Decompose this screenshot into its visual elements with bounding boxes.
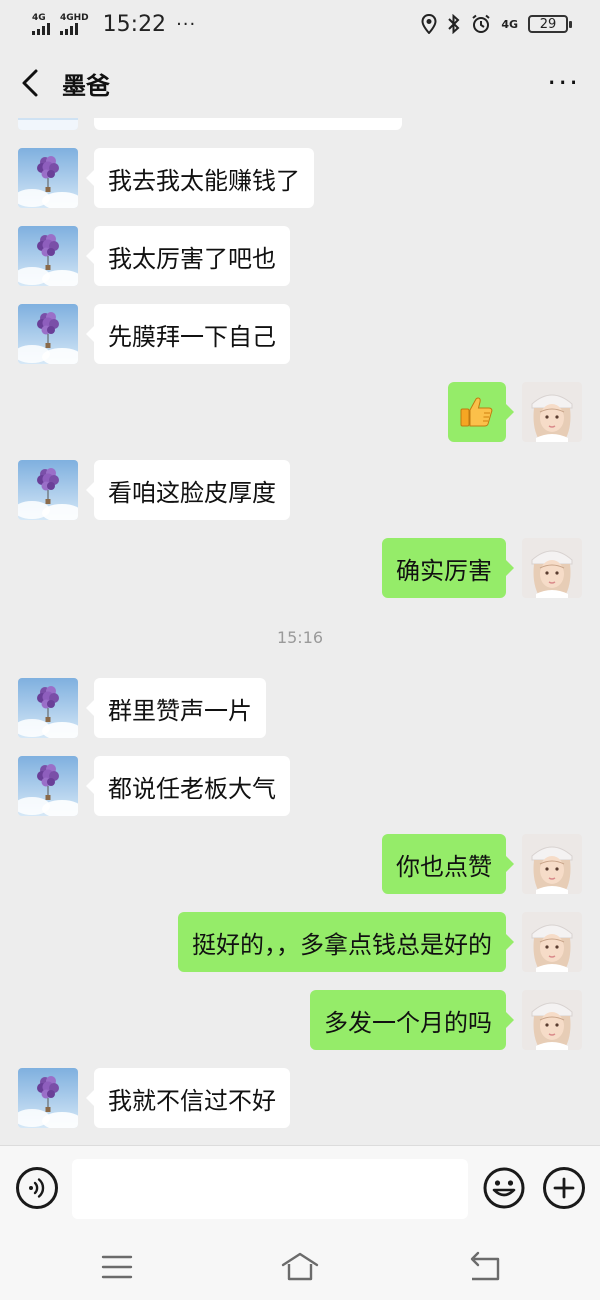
girl-avatar[interactable] bbox=[522, 912, 582, 972]
chat-title: 墨爸 bbox=[62, 71, 110, 100]
home-icon bbox=[281, 1252, 319, 1281]
signal-strength-icon-2: 4GHD bbox=[60, 13, 89, 35]
girl-avatar[interactable] bbox=[522, 538, 582, 598]
plus-icon bbox=[553, 1177, 575, 1199]
message-input[interactable] bbox=[72, 1159, 468, 1219]
message-bubble-partial bbox=[94, 118, 402, 130]
message-row bbox=[0, 382, 600, 442]
message-row: 我太厉害了吧也 bbox=[0, 226, 600, 286]
message-bubble[interactable]: 我就不信过不好 bbox=[86, 1068, 290, 1128]
back-arrow-icon[interactable] bbox=[20, 63, 50, 103]
location-icon bbox=[421, 14, 437, 34]
girl-avatar[interactable] bbox=[522, 990, 582, 1050]
bluetooth-icon bbox=[448, 14, 460, 34]
message-row: 确实厉害 bbox=[0, 538, 600, 598]
message-bubble[interactable]: 我太厉害了吧也 bbox=[86, 226, 290, 286]
message-bubble[interactable]: 我去我太能赚钱了 bbox=[86, 148, 314, 208]
message-row: 看咱这脸皮厚度 bbox=[0, 460, 600, 520]
balloon-avatar-partial bbox=[18, 118, 78, 130]
message-bubble[interactable]: 确实厉害 bbox=[382, 538, 514, 598]
chat-header: 墨爸 ··· bbox=[0, 48, 600, 118]
voice-input-button[interactable] bbox=[16, 1167, 58, 1209]
menu-nav-button[interactable] bbox=[97, 1249, 137, 1285]
message-row: 多发一个月的吗 bbox=[0, 990, 600, 1050]
balloon-avatar[interactable] bbox=[18, 304, 78, 364]
girl-avatar[interactable] bbox=[522, 834, 582, 894]
balloon-avatar[interactable] bbox=[18, 460, 78, 520]
network-type-icon: 4G bbox=[501, 17, 518, 31]
balloon-avatar[interactable] bbox=[18, 1068, 78, 1128]
more-options-icon[interactable]: ··· bbox=[547, 69, 580, 97]
message-bubble[interactable]: 挺好的，，多拿点钱总是好的 bbox=[178, 912, 514, 972]
message-bubble[interactable]: 先膜拜一下自己 bbox=[86, 304, 290, 364]
message-row: 我就不信过不好 bbox=[0, 1068, 600, 1128]
emoji-button[interactable] bbox=[483, 1167, 525, 1209]
message-bubble[interactable]: 你也点赞 bbox=[382, 834, 514, 894]
back-nav-icon bbox=[470, 1251, 500, 1281]
menu-icon bbox=[101, 1255, 133, 1279]
balloon-avatar[interactable] bbox=[18, 226, 78, 286]
balloon-avatar[interactable] bbox=[18, 148, 78, 208]
balloon-avatar[interactable] bbox=[18, 678, 78, 738]
signal-strength-icon: 4G bbox=[32, 13, 50, 35]
message-row: 挺好的，，多拿点钱总是好的 bbox=[0, 912, 600, 972]
message-bubble[interactable]: 看咱这脸皮厚度 bbox=[86, 460, 290, 520]
message-bubble[interactable] bbox=[448, 382, 514, 442]
message-timestamp: 15:16 bbox=[276, 628, 324, 647]
chat-area[interactable]: 我去我太能赚钱了 我太厉害了吧也 先膜拜一下自己 看咱这脸皮厚度 确实厉害 15… bbox=[0, 118, 600, 1145]
system-nav-bar bbox=[0, 1235, 600, 1300]
smiley-icon bbox=[483, 1167, 525, 1209]
home-nav-button[interactable] bbox=[280, 1249, 320, 1285]
balloon-avatar[interactable] bbox=[18, 756, 78, 816]
message-row: 你也点赞 bbox=[0, 834, 600, 894]
girl-avatar[interactable] bbox=[522, 382, 582, 442]
message-bubble[interactable]: 群里赞声一片 bbox=[86, 678, 266, 738]
message-row: 都说任老板大气 bbox=[0, 756, 600, 816]
alarm-icon bbox=[472, 14, 490, 33]
battery-icon: 29 bbox=[528, 15, 572, 33]
more-functions-button[interactable] bbox=[543, 1167, 585, 1209]
message-row: 先膜拜一下自己 bbox=[0, 304, 600, 364]
message-row: 我去我太能赚钱了 bbox=[0, 148, 600, 208]
message-row: 群里赞声一片 bbox=[0, 678, 600, 738]
message-input-bar bbox=[0, 1145, 600, 1235]
status-bar: 4G 4GHD 15:22 ··· 4G 29 bbox=[0, 0, 600, 48]
message-bubble[interactable]: 多发一个月的吗 bbox=[310, 990, 514, 1050]
voice-icon bbox=[29, 1178, 45, 1198]
status-overflow: ··· bbox=[176, 13, 197, 35]
back-nav-button[interactable] bbox=[464, 1249, 504, 1285]
thumbs-up-icon bbox=[460, 397, 493, 427]
status-time: 15:22 bbox=[102, 11, 167, 37]
message-bubble[interactable]: 都说任老板大气 bbox=[86, 756, 290, 816]
